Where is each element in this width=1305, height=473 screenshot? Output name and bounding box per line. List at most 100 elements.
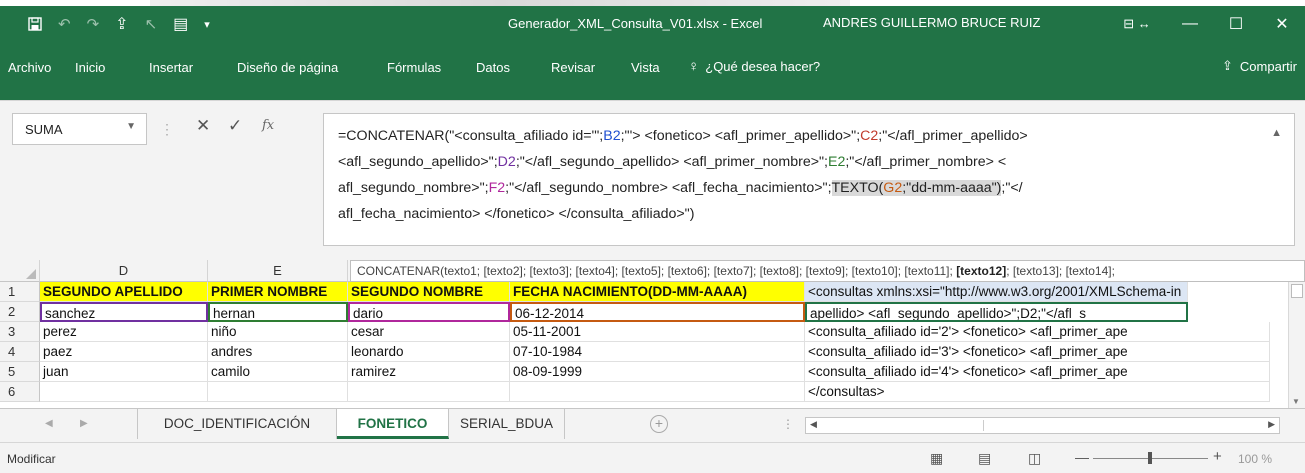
worksheet-grid: D E CONCATENAR(texto1; [texto2]; [texto3… bbox=[0, 260, 1305, 408]
row-header[interactable]: 3 bbox=[0, 322, 40, 342]
pointer-icon[interactable]: ↖ bbox=[145, 15, 158, 33]
table-cell[interactable]: <consulta_afiliado id='2'> <fonetico> <a… bbox=[805, 322, 1270, 342]
tab-diseno-pagina[interactable]: Diseño de página bbox=[237, 60, 338, 75]
table-cell[interactable]: 07-10-1984 bbox=[510, 342, 805, 362]
insert-function-icon[interactable]: fx bbox=[262, 118, 274, 133]
page-break-icon[interactable]: ◫ bbox=[1028, 450, 1041, 467]
table-cell[interactable]: 06-12-2014 bbox=[510, 302, 805, 322]
zoom-slider-thumb[interactable] bbox=[1148, 452, 1152, 464]
table-cell[interactable]: hernan bbox=[208, 302, 348, 322]
table-cell[interactable]: sanchez bbox=[40, 302, 208, 322]
next-sheet-icon[interactable]: ▶ bbox=[80, 418, 88, 429]
tab-insertar[interactable]: Insertar bbox=[149, 60, 193, 75]
share-arrow-icon[interactable]: ⇪ bbox=[115, 14, 128, 34]
ribbon-tabs: Archivo Inicio Insertar Diseño de página… bbox=[0, 42, 1305, 100]
chevron-down-icon[interactable]: ▼ bbox=[126, 121, 136, 132]
sort-icon[interactable]: ▤ bbox=[173, 14, 188, 34]
tab-formulas[interactable]: Fórmulas bbox=[387, 60, 441, 75]
close-icon[interactable]: ✕ bbox=[1259, 6, 1305, 42]
header-cell-segundo-apellido[interactable]: SEGUNDO APELLIDO bbox=[40, 282, 208, 302]
column-header-e[interactable]: E bbox=[208, 260, 348, 282]
prev-sheet-icon[interactable]: ◀ bbox=[45, 418, 53, 429]
redo-icon[interactable]: ↷ bbox=[87, 15, 100, 33]
tab-revisar[interactable]: Revisar bbox=[551, 60, 595, 75]
lightbulb-icon: ♀ bbox=[688, 58, 700, 75]
user-name: ANDRES GUILLERMO BRUCE RUIZ bbox=[823, 15, 1041, 30]
horizontal-scrollbar[interactable]: ◀ ▶ bbox=[805, 417, 1280, 434]
share-button[interactable]: ⇪ Compartir bbox=[1222, 58, 1297, 74]
scroll-left-icon[interactable]: ◀ bbox=[810, 419, 817, 430]
tab-inicio[interactable]: Inicio bbox=[75, 60, 105, 75]
scroll-thumb-horizontal[interactable] bbox=[824, 420, 984, 431]
row-header[interactable]: 5 bbox=[0, 362, 40, 382]
table-cell[interactable] bbox=[208, 382, 348, 402]
select-all-corner[interactable] bbox=[0, 260, 40, 282]
function-tooltip: CONCATENAR(texto1; [texto2]; [texto3]; [… bbox=[350, 260, 1305, 282]
minimize-icon[interactable]: — bbox=[1167, 6, 1213, 42]
tab-datos[interactable]: Datos bbox=[476, 60, 510, 75]
sheet-tab-serial-bdua[interactable]: SERIAL_BDUA bbox=[449, 409, 565, 439]
undo-icon[interactable]: ↶ bbox=[58, 15, 71, 33]
table-cell[interactable]: juan bbox=[40, 362, 208, 382]
sheet-tab-doc-identificacion[interactable]: DOC_IDENTIFICACIÓN bbox=[137, 409, 337, 439]
active-cell[interactable]: apellido> <afl_segundo_apellido>";D2;"</… bbox=[805, 302, 1188, 322]
tab-archivo[interactable]: Archivo bbox=[8, 60, 51, 75]
scroll-right-icon[interactable]: ▶ bbox=[1268, 419, 1275, 430]
header-cell-segundo-nombre[interactable]: SEGUNDO NOMBRE bbox=[348, 282, 510, 302]
table-cell[interactable]: 08-09-1999 bbox=[510, 362, 805, 382]
row-header[interactable]: 1 bbox=[0, 282, 40, 302]
cancel-icon[interactable]: ✕ bbox=[196, 116, 210, 136]
table-cell[interactable]: leonardo bbox=[348, 342, 510, 362]
tell-me-box[interactable]: ♀ ¿Qué desea hacer? bbox=[688, 58, 820, 75]
table-cell[interactable]: ramirez bbox=[348, 362, 510, 382]
header-cell-xml[interactable]: <consultas xmlns:xsi="http://www.w3.org/… bbox=[805, 282, 1188, 302]
sheet-tab-fonetico[interactable]: FONETICO bbox=[337, 409, 449, 439]
table-cell[interactable]: <consulta_afiliado id='4'> <fonetico> <a… bbox=[805, 362, 1270, 382]
header-cell-primer-nombre[interactable]: PRIMER NOMBRE bbox=[208, 282, 348, 302]
formula-area: SUMA ▼ ⋮ ✕ ✓ fx =CONCATENAR("<consulta_a… bbox=[0, 100, 1305, 260]
maximize-icon[interactable]: ☐ bbox=[1213, 6, 1259, 42]
normal-view-icon[interactable]: ▦ bbox=[930, 450, 943, 467]
zoom-out-icon[interactable]: — bbox=[1075, 449, 1089, 465]
chevron-up-icon[interactable]: ▲ bbox=[1271, 120, 1282, 146]
formula-text: =CONCATENAR("<consulta_afiliado id='";B2… bbox=[338, 128, 1028, 222]
window-controls: ⊟ ↔ — ☐ ✕ bbox=[1107, 6, 1305, 42]
scroll-thumb[interactable] bbox=[1291, 284, 1303, 298]
page-layout-icon[interactable]: ▤ bbox=[978, 450, 991, 467]
add-sheet-icon[interactable]: + bbox=[650, 415, 668, 433]
customize-qat-icon[interactable]: ▾ bbox=[204, 18, 210, 31]
save-icon[interactable] bbox=[28, 17, 42, 31]
tab-vista[interactable]: Vista bbox=[631, 60, 660, 75]
table-cell[interactable]: 05-11-2001 bbox=[510, 322, 805, 342]
table-cell[interactable] bbox=[510, 382, 805, 402]
table-cell[interactable] bbox=[40, 382, 208, 402]
row-header[interactable]: 6 bbox=[0, 382, 40, 402]
table-cell[interactable]: andres bbox=[208, 342, 348, 362]
header-cell-fecha-nacimiento[interactable]: FECHA NACIMIENTO(DD-MM-AAAA) bbox=[510, 282, 805, 302]
quick-access-toolbar: ↶ ↷ ⇪ ↖ ▤ ▾ bbox=[28, 6, 210, 42]
separator-icon: ⋮ bbox=[160, 121, 174, 137]
table-cell[interactable]: </consultas> bbox=[805, 382, 1270, 402]
table-cell[interactable]: dario bbox=[348, 302, 510, 322]
row-header[interactable]: 2 bbox=[0, 302, 40, 322]
zoom-level[interactable]: 100 % bbox=[1238, 452, 1272, 466]
share-icon: ⇪ bbox=[1222, 58, 1233, 73]
table-cell[interactable]: camilo bbox=[208, 362, 348, 382]
enter-check-icon[interactable]: ✓ bbox=[228, 116, 242, 136]
table-cell[interactable]: <consulta_afiliado id='3'> <fonetico> <a… bbox=[805, 342, 1270, 362]
share-label: Compartir bbox=[1239, 58, 1297, 74]
scroll-down-icon[interactable]: ▼ bbox=[1292, 397, 1300, 406]
table-cell[interactable]: niño bbox=[208, 322, 348, 342]
vertical-scrollbar[interactable]: ▼ bbox=[1288, 282, 1305, 408]
table-cell[interactable]: perez bbox=[40, 322, 208, 342]
column-header-d[interactable]: D bbox=[40, 260, 208, 282]
status-mode: Modificar bbox=[7, 452, 56, 466]
zoom-in-icon[interactable]: + bbox=[1213, 448, 1222, 465]
table-cell[interactable]: cesar bbox=[348, 322, 510, 342]
row-header[interactable]: 4 bbox=[0, 342, 40, 362]
table-cell[interactable] bbox=[348, 382, 510, 402]
ribbon-display-options-icon[interactable]: ⊟ ↔ bbox=[1107, 6, 1167, 42]
name-box[interactable]: SUMA ▼ bbox=[12, 113, 147, 145]
formula-bar[interactable]: =CONCATENAR("<consulta_afiliado id='";B2… bbox=[323, 113, 1295, 246]
table-cell[interactable]: paez bbox=[40, 342, 208, 362]
